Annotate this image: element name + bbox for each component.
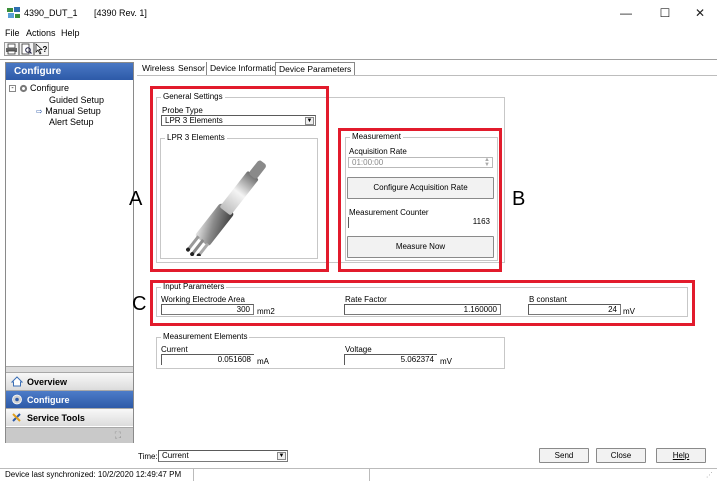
nav-pane-title: Configure [6, 63, 133, 80]
tree-item-label: Manual Setup [45, 106, 101, 116]
tree-item-guided-setup[interactable]: Guided Setup [49, 95, 104, 105]
nav-configure-label: Configure [27, 395, 70, 405]
tools-icon [12, 413, 21, 422]
tree-item-alert-setup[interactable]: Alert Setup [49, 117, 94, 127]
nav-overview-label: Overview [27, 377, 68, 387]
window-title: 4390_DUT_1 [24, 8, 78, 18]
time-label: Time: [138, 452, 158, 461]
print-preview-icon[interactable] [19, 42, 34, 56]
time-dropdown[interactable]: Current ▼ [158, 450, 288, 462]
close-button[interactable]: Close [596, 448, 646, 463]
chevron-down-icon[interactable]: ▼ [277, 452, 286, 460]
navigation-pane: Configure - Configure Guided Setup ⇨ Man… [5, 62, 134, 443]
nav-options-icon[interactable]: ⛶ [115, 430, 121, 441]
time-value: Current [162, 451, 189, 460]
tab-device-parameters[interactable]: Device Parameters [275, 62, 356, 75]
measurement-elements-title: Measurement Elements [161, 332, 250, 341]
nav-service-tools-button[interactable]: Service Tools [6, 408, 133, 426]
tree-item-manual-setup[interactable]: ⇨ Manual Setup [36, 106, 101, 116]
nav-overview-button[interactable]: Overview [6, 372, 133, 390]
callout-label-b: B [512, 188, 526, 210]
maximize-button[interactable]: ☐ [648, 0, 682, 27]
svg-text:?: ? [43, 45, 48, 54]
tab-underline [137, 75, 717, 76]
resize-grip-icon[interactable]: ⋰ [706, 471, 713, 479]
arrow-right-icon: ⇨ [36, 107, 43, 116]
help-button[interactable]: Help [656, 448, 706, 463]
minimize-button[interactable]: — [609, 0, 643, 27]
title-bar: 4390_DUT_1 [4390 Rev. 1] — ☐ ✕ [0, 0, 717, 27]
status-bar: Device last synchronized: 10/2/2020 12:4… [0, 468, 717, 481]
voltage-value: 5.062374 [344, 354, 437, 365]
tab-sensor[interactable]: Sensor [175, 62, 208, 75]
status-divider [193, 468, 194, 481]
current-label: Current [161, 345, 188, 354]
callout-box-b [338, 128, 502, 272]
menu-help[interactable]: Help [61, 28, 80, 38]
current-value: 0.051608 [161, 354, 254, 365]
voltage-unit: mV [440, 357, 452, 366]
tree-root-label: Configure [30, 83, 70, 93]
home-icon [11, 376, 23, 387]
current-unit: mA [257, 357, 269, 366]
nav-configure-button[interactable]: Configure [6, 390, 133, 408]
tree-root-configure[interactable]: - Configure [9, 83, 69, 93]
callout-box-a [150, 86, 329, 272]
close-window-button[interactable]: ✕ [683, 0, 717, 27]
toolbar-divider [0, 59, 717, 60]
gear-icon [19, 85, 27, 93]
nav-footer: ⛶ [6, 427, 133, 443]
voltage-label: Voltage [345, 345, 372, 354]
collapse-icon[interactable]: - [9, 85, 16, 93]
nav-service-tools-label: Service Tools [27, 413, 85, 423]
tab-device-information[interactable]: Device Information [206, 62, 284, 75]
tab-wireless[interactable]: Wireless [139, 62, 178, 75]
printer-icon[interactable] [4, 42, 19, 56]
gear-icon [12, 394, 22, 405]
status-divider [369, 468, 370, 481]
context-help-icon[interactable]: ? [34, 42, 49, 56]
callout-label-a: A [129, 188, 143, 210]
menu-actions[interactable]: Actions [26, 28, 56, 38]
app-icon [7, 7, 20, 18]
send-button[interactable]: Send [539, 448, 589, 463]
menu-bar: File Actions Help [0, 27, 717, 41]
callout-box-c [150, 280, 695, 326]
sync-status-text: Device last synchronized: 10/2/2020 12:4… [5, 470, 182, 479]
window-subtitle: [4390 Rev. 1] [94, 8, 147, 18]
callout-label-c: C [132, 293, 147, 315]
menu-file[interactable]: File [5, 28, 20, 38]
